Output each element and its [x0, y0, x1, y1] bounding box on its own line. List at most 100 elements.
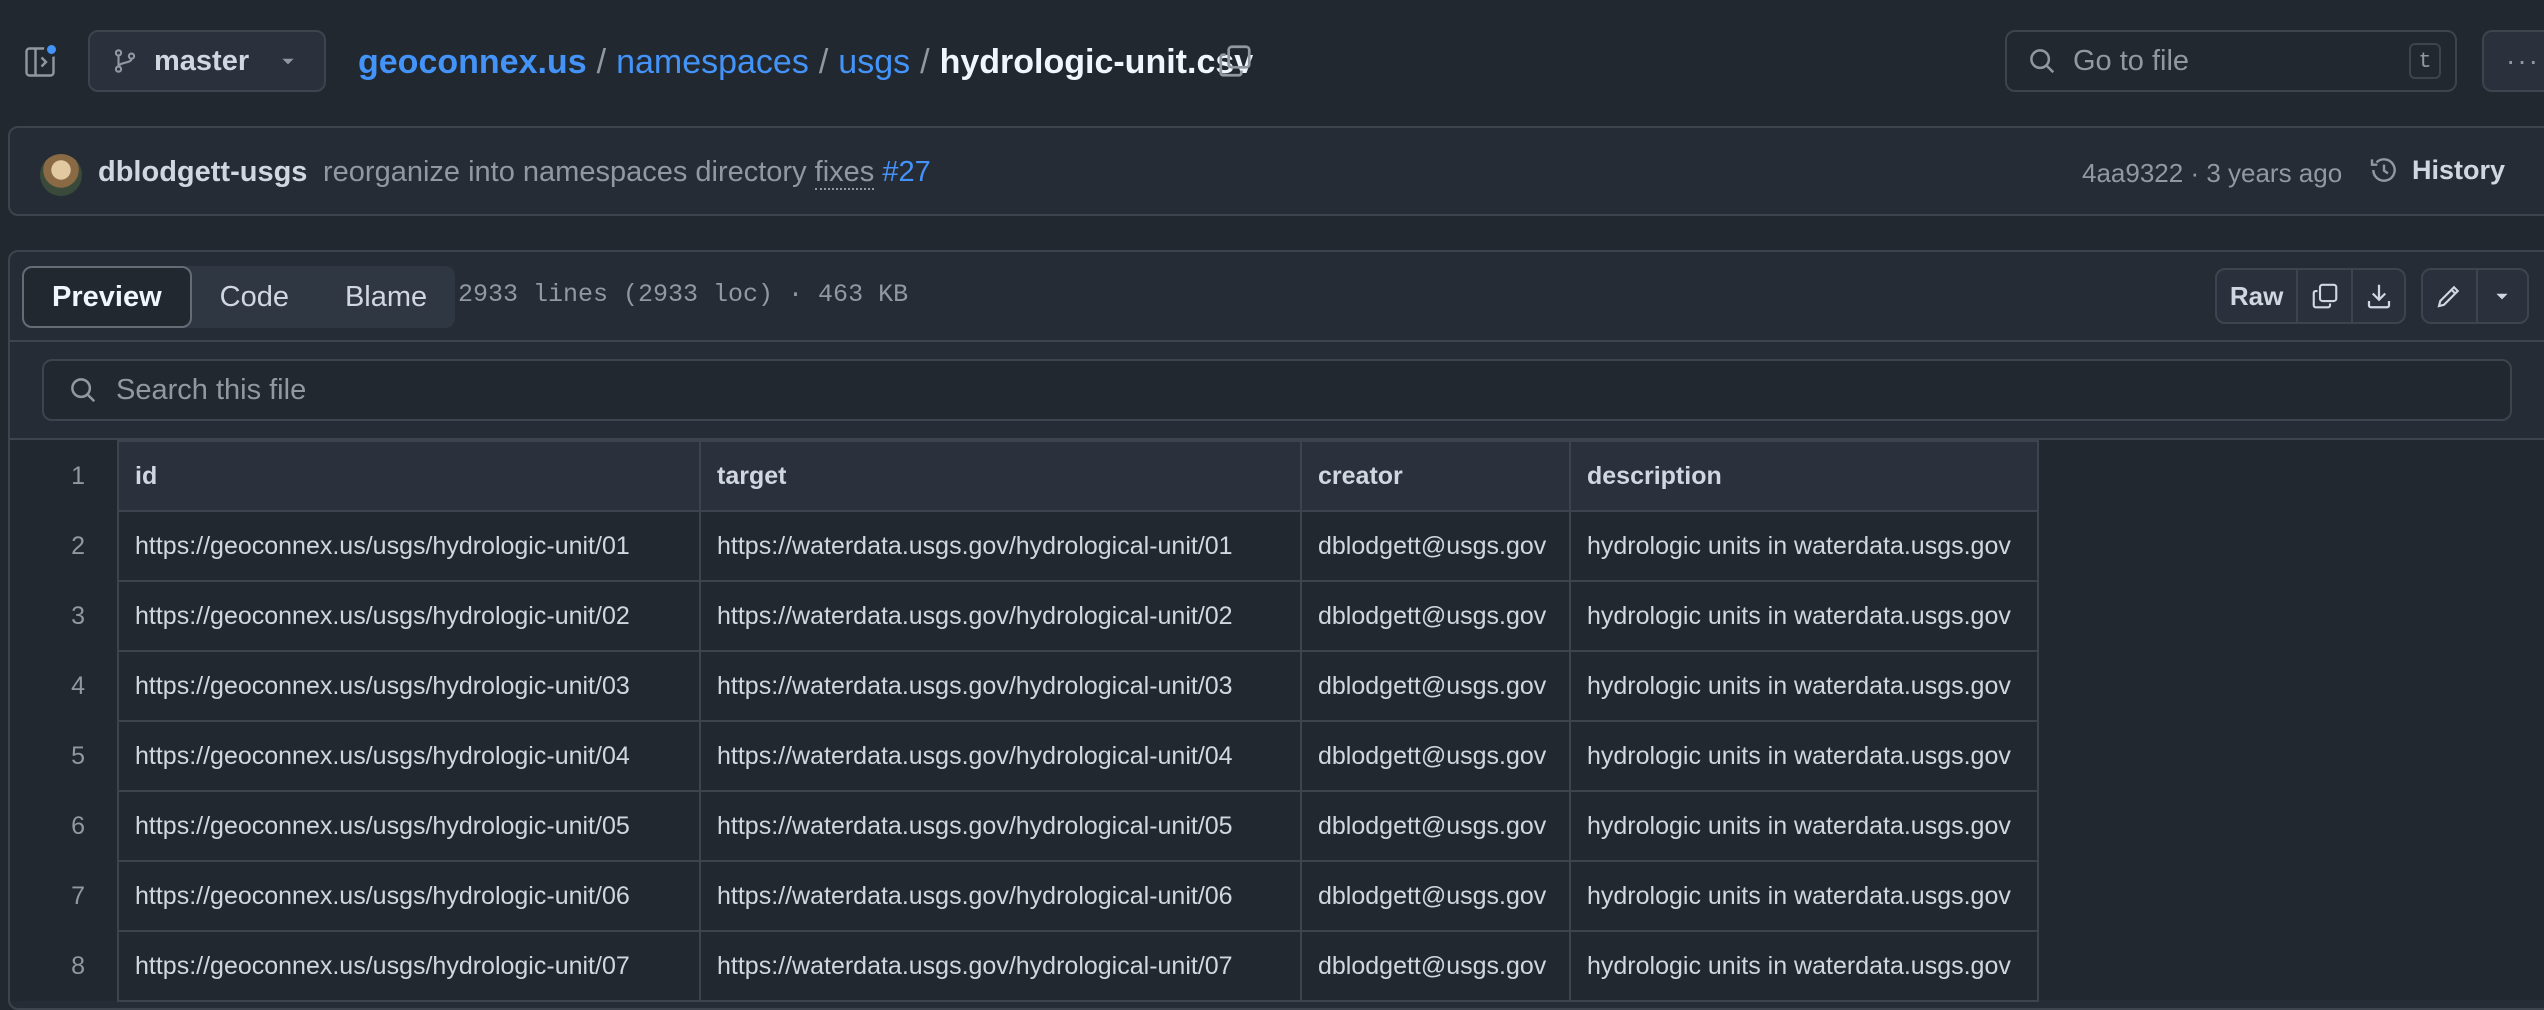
- breadcrumb-separator: /: [920, 42, 930, 81]
- table-cell-creator: dblodgett@usgs.gov: [1300, 930, 1571, 1002]
- caret-down-icon: [2496, 293, 2509, 300]
- download-button[interactable]: [2353, 270, 2404, 322]
- branch-name: master: [154, 44, 250, 77]
- table-row: 6 https://geoconnex.us/usgs/hydrologic-un…: [10, 790, 2039, 862]
- tab-code[interactable]: Code: [192, 266, 317, 328]
- line-number[interactable]: 3: [10, 581, 119, 651]
- copy-icon: [2312, 283, 2337, 309]
- line-number[interactable]: 8: [10, 931, 119, 1001]
- go-to-file-placeholder: Go to file: [2073, 44, 2190, 77]
- table-cell-id: https://geoconnex.us/usgs/hydrologic-uni…: [117, 650, 701, 722]
- table-cell-creator: dblodgett@usgs.gov: [1300, 650, 1571, 722]
- branch-selector-button[interactable]: master: [88, 30, 326, 92]
- view-mode-tabs: Preview Code Blame: [22, 266, 456, 328]
- line-number: 1: [10, 441, 119, 511]
- breadcrumb-namespaces-link[interactable]: namespaces: [616, 43, 809, 82]
- table-cell-description: hydrologic units in waterdata.usgs.gov: [1569, 510, 2039, 582]
- table-cell-target: https://waterdata.usgs.gov/hydrological-…: [699, 650, 1302, 722]
- line-number[interactable]: 2: [10, 511, 119, 581]
- table-cell-target: https://waterdata.usgs.gov/hydrological-…: [699, 580, 1302, 652]
- breadcrumb-separator: /: [818, 42, 829, 81]
- table-header-row: 1 id target creator description: [10, 440, 2039, 512]
- table-cell-target: https://waterdata.usgs.gov/hydrological-…: [699, 790, 1302, 862]
- divider: [10, 340, 2544, 342]
- table-cell-target: https://waterdata.usgs.gov/hydrological-…: [699, 510, 1302, 582]
- table-cell-id: https://geoconnex.us/usgs/hydrologic-uni…: [117, 510, 701, 582]
- commit-author-link[interactable]: dblodgett-usgs: [98, 156, 307, 189]
- column-header-target: target: [699, 440, 1302, 512]
- table-cell-creator: dblodgett@usgs.gov: [1300, 720, 1571, 792]
- table-cell-id: https://geoconnex.us/usgs/hydrologic-uni…: [117, 580, 701, 652]
- edit-group: [2421, 268, 2529, 324]
- copy-raw-button[interactable]: [2298, 270, 2354, 322]
- kebab-horizontal-icon: ···: [2506, 45, 2540, 76]
- breadcrumb-filename: hydrologic-unit.csv: [939, 42, 1254, 81]
- csv-preview-table-container: 1 id target creator description 2 https:/…: [10, 438, 2544, 1002]
- table-cell-id: https://geoconnex.us/usgs/hydrologic-uni…: [117, 720, 701, 792]
- table-cell-description: hydrologic units in waterdata.usgs.gov: [1569, 860, 2039, 932]
- table-cell-description: hydrologic units in waterdata.usgs.gov: [1569, 720, 2039, 792]
- table-cell-target: https://waterdata.usgs.gov/hydrological-…: [699, 720, 1302, 792]
- file-size-info: 2933 lines (2933 loc) · 463 KB: [458, 280, 909, 309]
- table-cell-description: hydrologic units in waterdata.usgs.gov: [1569, 650, 2039, 722]
- table-row: 2 https://geoconnex.us/usgs/hydrologic-un…: [10, 510, 2039, 582]
- line-number[interactable]: 5: [10, 721, 119, 791]
- table-cell-target: https://waterdata.usgs.gov/hydrological-…: [699, 930, 1302, 1002]
- search-this-file-input[interactable]: Search this file: [42, 359, 2512, 421]
- line-number[interactable]: 4: [10, 651, 119, 721]
- history-icon: [2370, 158, 2396, 182]
- line-number[interactable]: 7: [10, 861, 119, 931]
- raw-copy-download-group: Raw: [2215, 268, 2406, 324]
- line-number[interactable]: 6: [10, 791, 119, 861]
- table-row: 3 https://geoconnex.us/usgs/hydrologic-un…: [10, 580, 2039, 652]
- history-label: History: [2412, 154, 2506, 185]
- table-cell-creator: dblodgett@usgs.gov: [1300, 580, 1571, 652]
- breadcrumb-repo-link[interactable]: geoconnex.us: [358, 43, 587, 82]
- table-row: 4 https://geoconnex.us/usgs/hydrologic-un…: [10, 650, 2039, 722]
- go-to-file-input[interactable]: Go to file t: [2005, 30, 2457, 92]
- history-button[interactable]: History: [2368, 154, 2505, 186]
- commit-sha-and-time[interactable]: 4aa9322 · 3 years ago: [2082, 158, 2342, 189]
- csv-table: 1 id target creator description 2 https:/…: [10, 440, 2039, 1002]
- commit-message: reorganize into namespaces directory fix…: [323, 156, 931, 190]
- table-cell-id: https://geoconnex.us/usgs/hydrologic-uni…: [117, 930, 701, 1002]
- table-cell-description: hydrologic units in waterdata.usgs.gov: [1569, 790, 2039, 862]
- table-cell-creator: dblodgett@usgs.gov: [1300, 860, 1571, 932]
- caret-down-icon: [282, 58, 294, 65]
- breadcrumb: geoconnex.us / namespaces / usgs / hydro…: [358, 38, 1253, 86]
- table-cell-id: https://geoconnex.us/usgs/hydrologic-uni…: [117, 860, 701, 932]
- search-icon: [71, 378, 96, 403]
- table-cell-description: hydrologic units in waterdata.usgs.gov: [1569, 930, 2039, 1002]
- download-icon: [2367, 284, 2390, 309]
- commit-fixes-text: fixes: [814, 156, 875, 190]
- keyboard-shortcut-badge: t: [2409, 43, 2441, 79]
- table-row: 8 https://geoconnex.us/usgs/hydrologic-un…: [10, 930, 2039, 1002]
- table-cell-creator: dblodgett@usgs.gov: [1300, 510, 1571, 582]
- breadcrumb-separator: /: [596, 42, 607, 81]
- table-cell-target: https://waterdata.usgs.gov/hydrological-…: [699, 860, 1302, 932]
- column-header-description: description: [1569, 440, 2039, 512]
- edit-file-button[interactable]: [2423, 270, 2478, 322]
- tab-blame[interactable]: Blame: [317, 266, 455, 328]
- copy-path-button[interactable]: [1216, 42, 1254, 80]
- more-options-button[interactable]: ···: [2482, 30, 2544, 92]
- breadcrumb-usgs-link[interactable]: usgs: [838, 43, 910, 82]
- tab-preview[interactable]: Preview: [22, 266, 192, 328]
- git-branch-icon: [114, 49, 136, 73]
- notification-dot: [44, 42, 59, 57]
- table-row: 7 https://geoconnex.us/usgs/hydrologic-un…: [10, 860, 2039, 932]
- column-header-creator: creator: [1300, 440, 1571, 512]
- pencil-icon: [2438, 285, 2460, 308]
- avatar[interactable]: [40, 154, 82, 196]
- search-this-file-placeholder: Search this file: [116, 373, 307, 406]
- edit-options-dropdown[interactable]: [2478, 270, 2527, 322]
- raw-button[interactable]: Raw: [2217, 270, 2299, 322]
- table-row: 5 https://geoconnex.us/usgs/hydrologic-un…: [10, 720, 2039, 792]
- copy-icon: [1219, 45, 1251, 77]
- commit-issue-link[interactable]: #27: [882, 156, 930, 188]
- table-cell-id: https://geoconnex.us/usgs/hydrologic-uni…: [117, 790, 701, 862]
- table-cell-description: hydrologic units in waterdata.usgs.gov: [1569, 580, 2039, 652]
- column-header-id: id: [117, 440, 701, 512]
- table-cell-creator: dblodgett@usgs.gov: [1300, 790, 1571, 862]
- commit-message-text[interactable]: reorganize into namespaces directory: [323, 156, 807, 188]
